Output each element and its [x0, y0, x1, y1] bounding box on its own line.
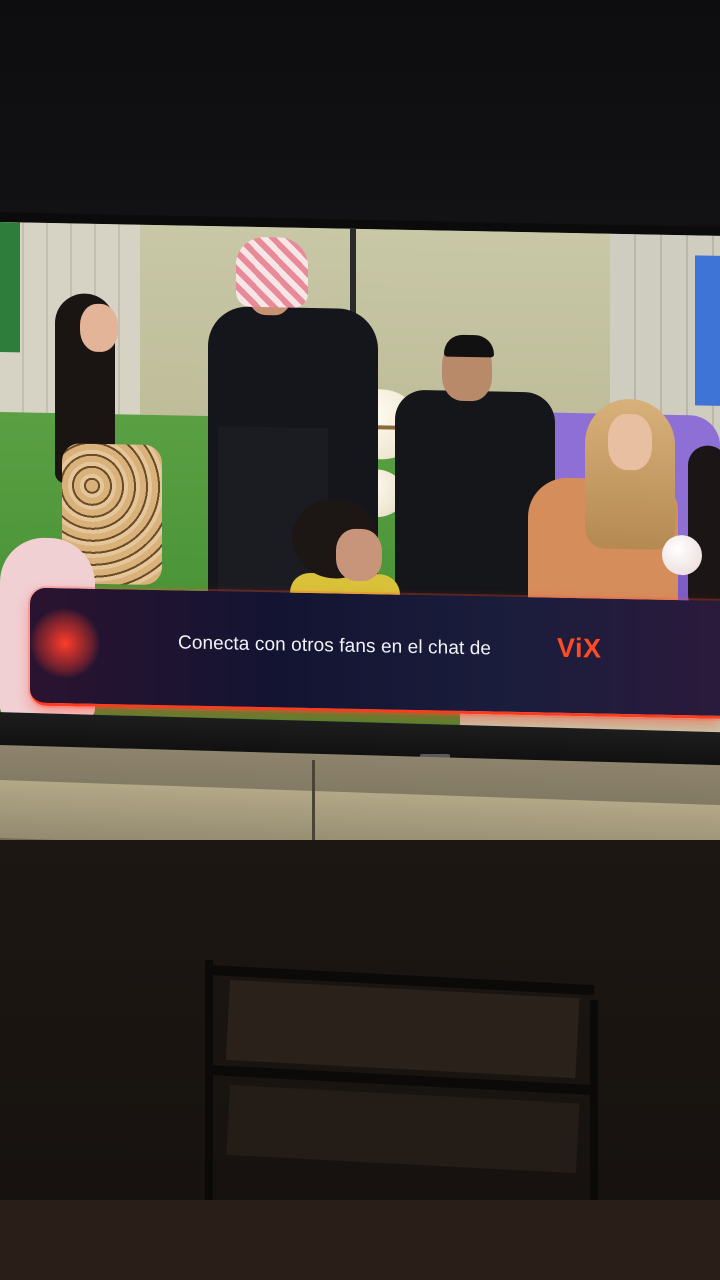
set-blue-panel — [695, 255, 720, 406]
keffiyeh-headdress — [236, 236, 308, 308]
photo-scene: Conecta con otros fans en el chat de ViX — [0, 0, 720, 1280]
person-yellow-top-face — [336, 528, 382, 582]
white-balloon — [662, 534, 702, 576]
room-wall — [0, 0, 720, 225]
person-leopard-dress-face — [80, 303, 118, 353]
person-blonde-face — [608, 413, 652, 471]
lower-third-banner: Conecta con otros fans en el chat de ViX — [30, 587, 720, 719]
tv-screen: Conecta con otros fans en el chat de ViX — [0, 222, 720, 748]
person-right-edge — [688, 445, 720, 616]
cabinet-leg-left — [205, 960, 213, 1230]
banner-text: Conecta con otros fans en el chat de — [178, 632, 492, 660]
banner-glow — [30, 607, 100, 679]
vix-logo: ViX — [557, 632, 602, 664]
floor — [0, 1200, 720, 1280]
set-green-frame — [0, 222, 20, 353]
tv-stand-seam — [312, 760, 315, 840]
